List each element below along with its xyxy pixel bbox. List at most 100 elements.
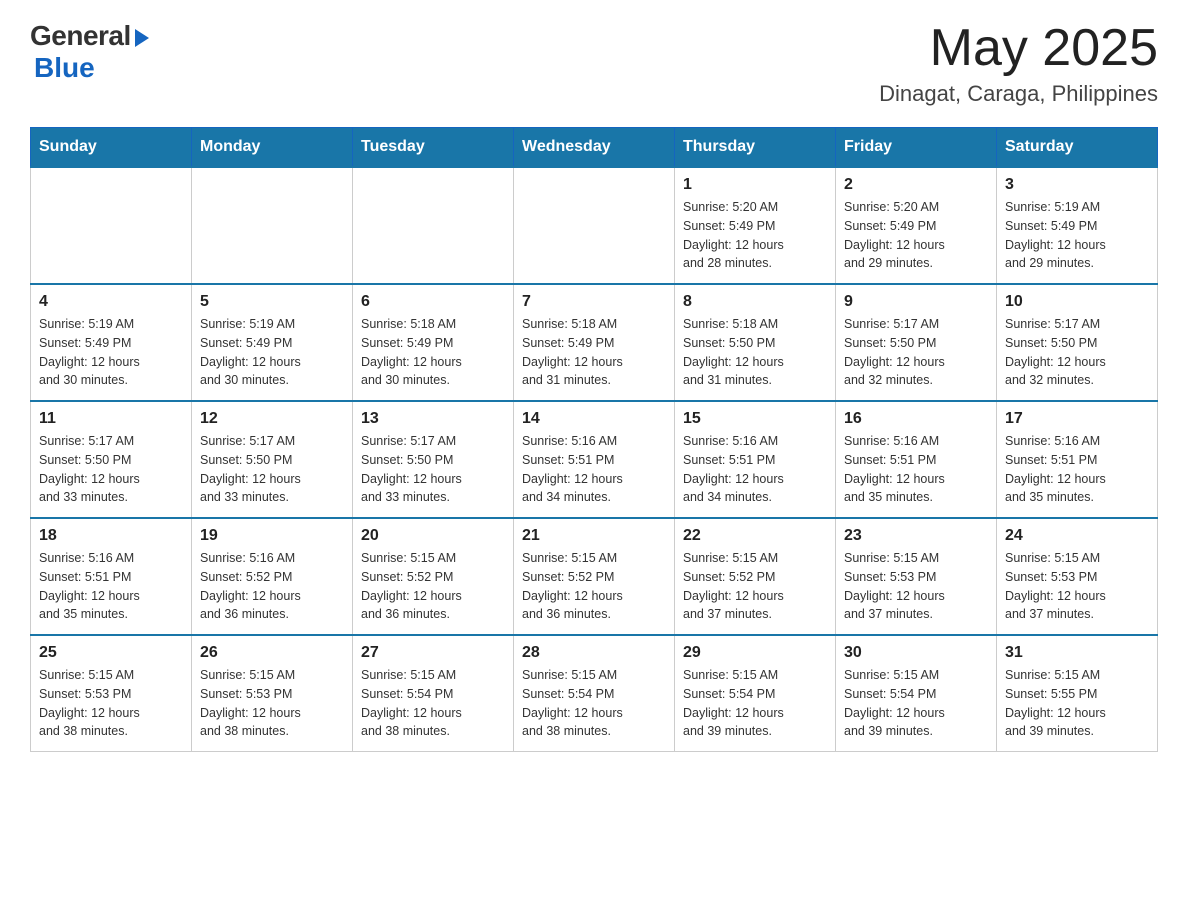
- calendar-day-cell: 26Sunrise: 5:15 AM Sunset: 5:53 PM Dayli…: [192, 635, 353, 752]
- day-number: 8: [683, 293, 827, 311]
- calendar-header-monday: Monday: [192, 128, 353, 168]
- day-number: 13: [361, 410, 505, 428]
- logo-arrow-icon: [135, 29, 149, 47]
- day-info: Sunrise: 5:20 AM Sunset: 5:49 PM Dayligh…: [683, 198, 827, 273]
- day-number: 7: [522, 293, 666, 311]
- day-info: Sunrise: 5:15 AM Sunset: 5:53 PM Dayligh…: [39, 666, 183, 741]
- calendar-table: SundayMondayTuesdayWednesdayThursdayFrid…: [30, 127, 1158, 752]
- day-number: 2: [844, 176, 988, 194]
- day-number: 28: [522, 644, 666, 662]
- calendar-day-cell: 31 Sunrise: 5:15 AM Sunset: 5:55 PM Dayli…: [997, 635, 1158, 752]
- calendar-week-row: 11Sunrise: 5:17 AM Sunset: 5:50 PM Dayli…: [31, 401, 1158, 518]
- day-number: 15: [683, 410, 827, 428]
- day-info: Sunrise: 5:15 AM Sunset: 5:54 PM Dayligh…: [683, 666, 827, 741]
- calendar-header-row: SundayMondayTuesdayWednesdayThursdayFrid…: [31, 128, 1158, 168]
- day-number: 6: [361, 293, 505, 311]
- calendar-day-cell: 10 Sunrise: 5:17 AM Sunset: 5:50 PM Dayli…: [997, 284, 1158, 401]
- day-info: Sunrise: 5:19 AM Sunset: 5:49 PM Dayligh…: [200, 315, 344, 390]
- day-info: Sunrise: 5:15 AM Sunset: 5:52 PM Dayligh…: [683, 549, 827, 624]
- calendar-day-cell: 6Sunrise: 5:18 AM Sunset: 5:49 PM Daylig…: [353, 284, 514, 401]
- day-number: 3: [1005, 176, 1149, 194]
- day-number: 17: [1005, 410, 1149, 428]
- calendar-day-cell: 21 Sunrise: 5:15 AM Sunset: 5:52 PM Dayli…: [514, 518, 675, 635]
- day-number: 9: [844, 293, 988, 311]
- day-number: 27: [361, 644, 505, 662]
- calendar-day-cell: 29Sunrise: 5:15 AM Sunset: 5:54 PM Dayli…: [675, 635, 836, 752]
- title-area: May 2025 Dinagat, Caraga, Philippines: [879, 20, 1158, 107]
- calendar-day-cell: 9Sunrise: 5:17 AM Sunset: 5:50 PM Daylig…: [836, 284, 997, 401]
- calendar-day-cell: 11Sunrise: 5:17 AM Sunset: 5:50 PM Dayli…: [31, 401, 192, 518]
- calendar-day-cell: 3 Sunrise: 5:19 AM Sunset: 5:49 PM Daylig…: [997, 167, 1158, 284]
- calendar-week-row: 1Sunrise: 5:20 AM Sunset: 5:49 PM Daylig…: [31, 167, 1158, 284]
- day-info: Sunrise: 5:15 AM Sunset: 5:52 PM Dayligh…: [361, 549, 505, 624]
- calendar-day-cell: 24Sunrise: 5:15 AM Sunset: 5:53 PM Dayli…: [997, 518, 1158, 635]
- day-info: Sunrise: 5:16 AM Sunset: 5:51 PM Dayligh…: [1005, 432, 1149, 507]
- calendar-week-row: 4 Sunrise: 5:19 AM Sunset: 5:49 PM Daylig…: [31, 284, 1158, 401]
- logo-blue-text: Blue: [34, 52, 95, 84]
- day-info: Sunrise: 5:18 AM Sunset: 5:49 PM Dayligh…: [522, 315, 666, 390]
- calendar-day-cell: 15 Sunrise: 5:16 AM Sunset: 5:51 PM Dayli…: [675, 401, 836, 518]
- calendar-day-cell: 7 Sunrise: 5:18 AM Sunset: 5:49 PM Daylig…: [514, 284, 675, 401]
- calendar-header-friday: Friday: [836, 128, 997, 168]
- calendar-week-row: 18 Sunrise: 5:16 AM Sunset: 5:51 PM Dayli…: [31, 518, 1158, 635]
- calendar-day-cell: 1Sunrise: 5:20 AM Sunset: 5:49 PM Daylig…: [675, 167, 836, 284]
- day-info: Sunrise: 5:15 AM Sunset: 5:55 PM Dayligh…: [1005, 666, 1149, 741]
- day-info: Sunrise: 5:16 AM Sunset: 5:51 PM Dayligh…: [844, 432, 988, 507]
- day-number: 30: [844, 644, 988, 662]
- day-number: 4: [39, 293, 183, 311]
- day-info: Sunrise: 5:18 AM Sunset: 5:50 PM Dayligh…: [683, 315, 827, 390]
- day-info: Sunrise: 5:16 AM Sunset: 5:51 PM Dayligh…: [39, 549, 183, 624]
- day-info: Sunrise: 5:17 AM Sunset: 5:50 PM Dayligh…: [361, 432, 505, 507]
- day-info: Sunrise: 5:17 AM Sunset: 5:50 PM Dayligh…: [1005, 315, 1149, 390]
- calendar-day-cell: 28 Sunrise: 5:15 AM Sunset: 5:54 PM Dayli…: [514, 635, 675, 752]
- calendar-header-sunday: Sunday: [31, 128, 192, 168]
- day-info: Sunrise: 5:16 AM Sunset: 5:52 PM Dayligh…: [200, 549, 344, 624]
- day-number: 21: [522, 527, 666, 545]
- calendar-day-cell: 2 Sunrise: 5:20 AM Sunset: 5:49 PM Daylig…: [836, 167, 997, 284]
- day-info: Sunrise: 5:15 AM Sunset: 5:52 PM Dayligh…: [522, 549, 666, 624]
- calendar-day-cell: [31, 167, 192, 284]
- calendar-day-cell: 8 Sunrise: 5:18 AM Sunset: 5:50 PM Daylig…: [675, 284, 836, 401]
- day-number: 14: [522, 410, 666, 428]
- calendar-week-row: 25 Sunrise: 5:15 AM Sunset: 5:53 PM Dayli…: [31, 635, 1158, 752]
- day-number: 22: [683, 527, 827, 545]
- day-number: 10: [1005, 293, 1149, 311]
- calendar-day-cell: 4Sunrise: 5:19 AM Sunset: 5:49 PM Daylig…: [31, 284, 192, 401]
- calendar-header-saturday: Saturday: [997, 128, 1158, 168]
- day-number: 25: [39, 644, 183, 662]
- calendar-day-cell: 20 Sunrise: 5:15 AM Sunset: 5:52 PM Dayli…: [353, 518, 514, 635]
- calendar-header-wednesday: Wednesday: [514, 128, 675, 168]
- day-number: 18: [39, 527, 183, 545]
- calendar-day-cell: 19Sunrise: 5:16 AM Sunset: 5:52 PM Dayli…: [192, 518, 353, 635]
- day-info: Sunrise: 5:15 AM Sunset: 5:54 PM Dayligh…: [522, 666, 666, 741]
- day-info: Sunrise: 5:19 AM Sunset: 5:49 PM Dayligh…: [1005, 198, 1149, 273]
- calendar-day-cell: 14 Sunrise: 5:16 AM Sunset: 5:51 PM Dayli…: [514, 401, 675, 518]
- calendar-day-cell: 23Sunrise: 5:15 AM Sunset: 5:53 PM Dayli…: [836, 518, 997, 635]
- day-info: Sunrise: 5:16 AM Sunset: 5:51 PM Dayligh…: [683, 432, 827, 507]
- day-info: Sunrise: 5:16 AM Sunset: 5:51 PM Dayligh…: [522, 432, 666, 507]
- calendar-day-cell: 5 Sunrise: 5:19 AM Sunset: 5:49 PM Daylig…: [192, 284, 353, 401]
- day-info: Sunrise: 5:15 AM Sunset: 5:53 PM Dayligh…: [844, 549, 988, 624]
- calendar-header-tuesday: Tuesday: [353, 128, 514, 168]
- day-number: 16: [844, 410, 988, 428]
- page-header: General Blue May 2025 Dinagat, Caraga, P…: [30, 20, 1158, 107]
- location-title: Dinagat, Caraga, Philippines: [879, 81, 1158, 107]
- day-info: Sunrise: 5:15 AM Sunset: 5:54 PM Dayligh…: [361, 666, 505, 741]
- calendar-header-thursday: Thursday: [675, 128, 836, 168]
- calendar-day-cell: 27 Sunrise: 5:15 AM Sunset: 5:54 PM Dayli…: [353, 635, 514, 752]
- calendar-day-cell: 22 Sunrise: 5:15 AM Sunset: 5:52 PM Dayli…: [675, 518, 836, 635]
- day-info: Sunrise: 5:17 AM Sunset: 5:50 PM Dayligh…: [200, 432, 344, 507]
- logo: General Blue: [30, 20, 149, 84]
- calendar-day-cell: 18 Sunrise: 5:16 AM Sunset: 5:51 PM Dayli…: [31, 518, 192, 635]
- day-info: Sunrise: 5:15 AM Sunset: 5:53 PM Dayligh…: [200, 666, 344, 741]
- day-info: Sunrise: 5:15 AM Sunset: 5:54 PM Dayligh…: [844, 666, 988, 741]
- day-info: Sunrise: 5:20 AM Sunset: 5:49 PM Dayligh…: [844, 198, 988, 273]
- calendar-day-cell: 17 Sunrise: 5:16 AM Sunset: 5:51 PM Dayli…: [997, 401, 1158, 518]
- day-number: 5: [200, 293, 344, 311]
- calendar-day-cell: [192, 167, 353, 284]
- calendar-day-cell: [353, 167, 514, 284]
- day-number: 20: [361, 527, 505, 545]
- day-number: 31: [1005, 644, 1149, 662]
- calendar-day-cell: 13 Sunrise: 5:17 AM Sunset: 5:50 PM Dayli…: [353, 401, 514, 518]
- logo-general-text: General: [30, 20, 131, 52]
